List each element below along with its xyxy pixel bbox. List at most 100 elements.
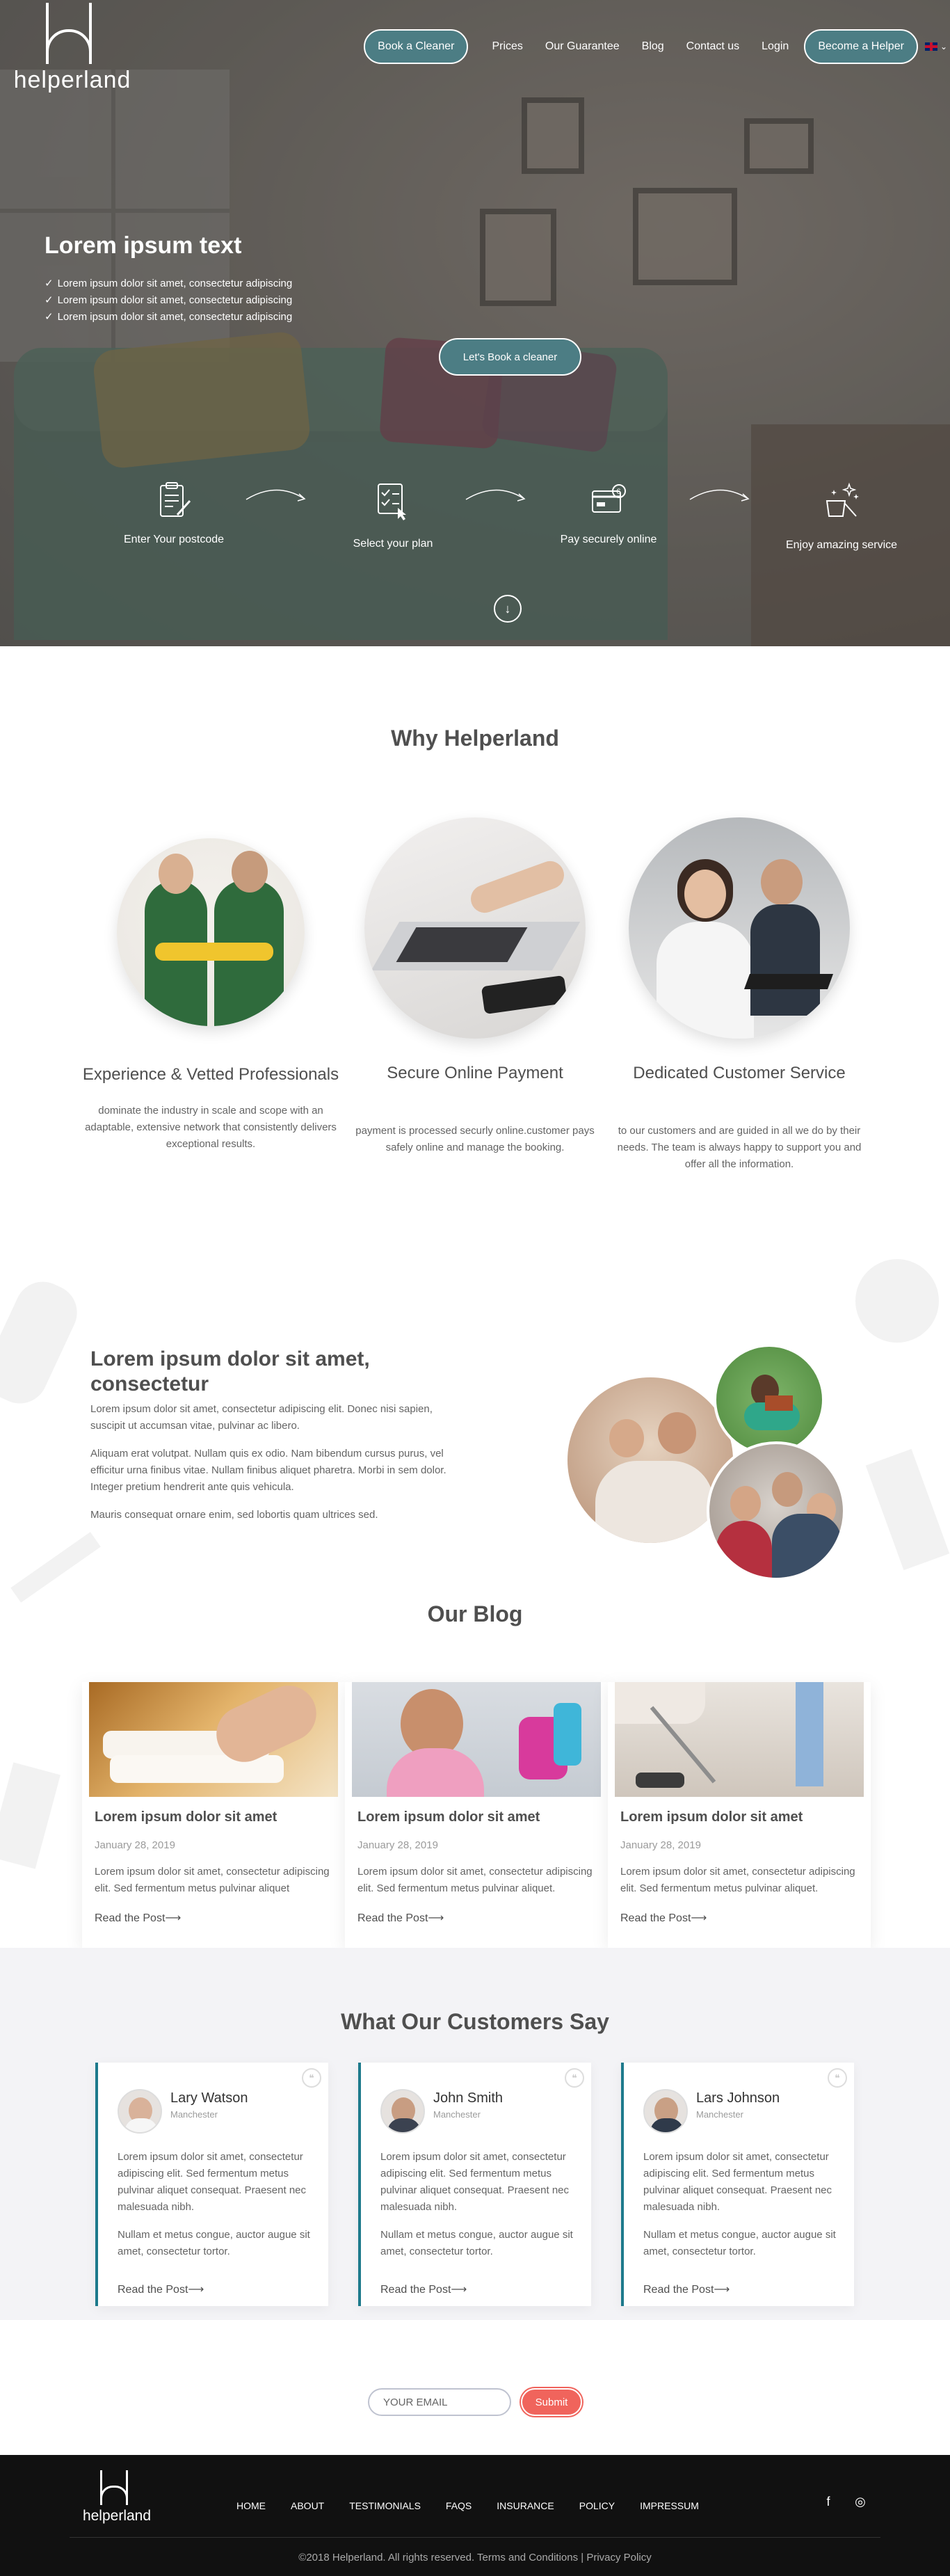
lorem-paragraph: Lorem ipsum dolor sit amet, consectetur … xyxy=(90,1403,433,1432)
read-post-link[interactable]: Read the Post⟶ xyxy=(380,2282,467,2296)
footer-link-testimonials[interactable]: TESTIMONIALS xyxy=(349,2500,421,2511)
why-card-title: Dedicated Customer Service xyxy=(633,1064,846,1082)
broom-silhouette xyxy=(865,1448,950,1571)
footer-link-faqs[interactable]: FAQS xyxy=(446,2500,472,2511)
check-icon: ✓ xyxy=(45,311,54,323)
testimonial-text: Lorem ipsum dolor sit amet, consectetur … xyxy=(118,2151,307,2213)
nav-link-contact[interactable]: Contact us xyxy=(675,40,750,53)
read-post-link[interactable]: Read the Post⟶ xyxy=(95,1911,345,1925)
curved-arrow-icon xyxy=(465,489,526,502)
customer-service-image xyxy=(629,817,850,1039)
our-blog-title: Our Blog xyxy=(427,1601,523,1626)
logo-text: helperland xyxy=(13,67,131,93)
email-input[interactable] xyxy=(368,2388,511,2416)
read-post-link[interactable]: Read the Post⟶ xyxy=(118,2282,204,2296)
booking-steps: Enter Your postcode Select your plan € P… xyxy=(0,480,950,563)
facebook-icon[interactable]: f xyxy=(819,2493,837,2511)
step-enjoy-service: Enjoy amazing service xyxy=(758,480,925,552)
footer-link-impressum[interactable]: IMPRESSUM xyxy=(640,2500,699,2511)
nav-link-guarantee[interactable]: Our Guarantee xyxy=(534,40,631,53)
reading-girl-circle-image xyxy=(714,1344,825,1455)
blog-card[interactable]: Lorem ipsum dolor sit amet January 28, 2… xyxy=(608,1682,871,1948)
arrow-down-icon: ↓ xyxy=(504,601,511,616)
nav-link-blog[interactable]: Blog xyxy=(631,40,675,53)
footer-logo[interactable]: helperland xyxy=(78,2470,156,2533)
check-icon: ✓ xyxy=(45,294,54,306)
hero-bullet: ✓ Lorem ipsum dolor sit amet, consectetur… xyxy=(45,309,292,326)
scroll-down-button[interactable]: ↓ xyxy=(494,595,522,623)
footer-link-policy[interactable]: POLICY xyxy=(579,2500,615,2511)
instagram-icon[interactable]: ◎ xyxy=(851,2493,869,2511)
footer-link-about[interactable]: ABOUT xyxy=(291,2500,324,2511)
why-card-title: Experience & Vetted Professionals xyxy=(82,1065,339,1084)
footer-divider xyxy=(70,2537,880,2538)
nav-link-prices[interactable]: Prices xyxy=(481,40,533,53)
read-post-link[interactable]: Read the Post⟶ xyxy=(643,2282,730,2296)
step-select-plan: Select your plan xyxy=(309,480,476,550)
copyright-text: ©2018 Helperland. All rights reserved. T… xyxy=(298,2552,652,2563)
book-cleaner-button[interactable]: Book a Cleaner xyxy=(364,29,469,64)
testimonial-city: Manchester xyxy=(433,2109,481,2120)
blog-post-title[interactable]: Lorem ipsum dolor sit amet xyxy=(95,1809,345,1825)
payment-image xyxy=(364,817,586,1039)
h-logo-icon xyxy=(46,3,95,65)
language-caret-icon[interactable]: ⌄ xyxy=(940,42,947,51)
lorem-paragraph: Mauris consequat ornare enim, sed lobort… xyxy=(90,1509,378,1521)
blog-post-title[interactable]: Lorem ipsum dolor sit amet xyxy=(357,1809,608,1825)
book-cleaner-cta-button[interactable]: Let's Book a cleaner xyxy=(439,338,581,376)
submit-button[interactable]: Submit xyxy=(521,2388,582,2416)
check-icon: ✓ xyxy=(45,278,54,289)
quote-icon: ❝ xyxy=(565,2068,584,2088)
why-card-text: dominate the industry in scale and scope… xyxy=(85,1105,337,1150)
read-post-link[interactable]: Read the Post⟶ xyxy=(357,1911,608,1925)
step-postcode: Enter Your postcode xyxy=(90,480,257,546)
testimonial-card: ❝ Lary Watson Manchester Lorem ipsum dol… xyxy=(95,2063,328,2306)
cleaning-sparkle-icon xyxy=(826,482,859,517)
nav-links: Book a Cleaner Prices Our Guarantee Blog… xyxy=(364,29,950,64)
h-logo-icon xyxy=(100,2470,128,2505)
why-card-payment: Secure Online Payment payment is process… xyxy=(346,817,604,1156)
curved-arrow-icon xyxy=(689,489,750,502)
hero-bullet-text: Lorem ipsum dolor sit amet, consectetur … xyxy=(57,311,293,323)
checklist-cursor-icon xyxy=(378,483,406,520)
avatar xyxy=(380,2089,425,2134)
svg-text:€: € xyxy=(616,488,620,496)
nav-link-login[interactable]: Login xyxy=(750,40,800,53)
curved-arrow-icon xyxy=(245,489,306,502)
lorem-section-title: Lorem ipsum dolor sit amet, consectetur xyxy=(90,1347,370,1395)
become-helper-button[interactable]: Become a Helper xyxy=(804,29,918,64)
mop-silhouette xyxy=(10,1532,101,1603)
card-payment-icon: € xyxy=(592,484,626,513)
testimonial-name: John Smith xyxy=(433,2090,504,2106)
blog-card[interactable]: Lorem ipsum dolor sit amet January 28, 2… xyxy=(345,1682,608,1948)
uk-flag-icon[interactable] xyxy=(924,42,937,51)
blog-card[interactable]: Lorem ipsum dolor sit amet January 28, 2… xyxy=(82,1682,345,1948)
newsletter-section: Submit xyxy=(0,2320,950,2455)
testimonial-text: Lorem ipsum dolor sit amet, consectetur … xyxy=(380,2151,570,2213)
why-card-text: to our customers and are guided in all w… xyxy=(617,1125,862,1170)
read-post-link[interactable]: Read the Post⟶ xyxy=(620,1911,871,1925)
step-label: Enjoy amazing service xyxy=(785,539,898,551)
why-card-title: Secure Online Payment xyxy=(387,1064,563,1082)
step-label: Enter Your postcode xyxy=(123,534,225,545)
why-helperland-title: Why Helperland xyxy=(391,726,559,751)
blog-post-excerpt: Lorem ipsum dolor sit amet, consectetur … xyxy=(620,1866,855,1894)
testimonial-card: ❝ Lars Johnson Manchester Lorem ipsum do… xyxy=(621,2063,854,2306)
vacuum-silhouette xyxy=(855,1259,939,1343)
blog-post-date: January 28, 2019 xyxy=(95,1839,175,1851)
footer-link-home[interactable]: HOME xyxy=(236,2500,266,2511)
testimonial-text: Lorem ipsum dolor sit amet, consectetur … xyxy=(643,2151,832,2213)
footer-logo-text: helperland xyxy=(82,2508,152,2524)
blog-post-title[interactable]: Lorem ipsum dolor sit amet xyxy=(620,1809,871,1825)
blog-image-cleaning-woman xyxy=(352,1682,601,1797)
avatar xyxy=(643,2089,688,2134)
testimonials-title: What Our Customers Say xyxy=(341,2009,609,2034)
footer-link-insurance[interactable]: INSURANCE xyxy=(497,2500,554,2511)
testimonial-card: ❝ John Smith Manchester Lorem ipsum dolo… xyxy=(358,2063,591,2306)
quote-icon: ❝ xyxy=(302,2068,321,2088)
footer-nav: HOME ABOUT TESTIMONIALS FAQS INSURANCE P… xyxy=(236,2500,724,2511)
blog-post-date: January 28, 2019 xyxy=(620,1839,701,1851)
hero-bullet-text: Lorem ipsum dolor sit amet, consectetur … xyxy=(57,278,293,289)
helperland-logo[interactable]: helperland xyxy=(10,3,135,93)
testimonial-text: Nullam et metus congue, auctor augue sit… xyxy=(118,2229,310,2257)
